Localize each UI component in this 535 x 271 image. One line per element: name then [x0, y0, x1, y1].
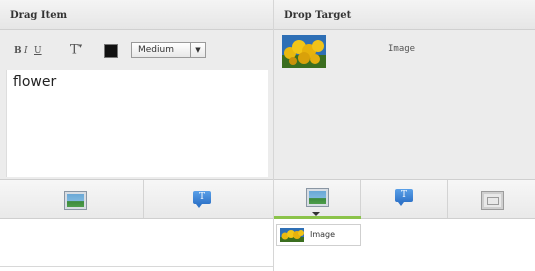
divider: [0, 266, 273, 267]
drag-item-title: Drag Item: [10, 10, 68, 21]
chevron-down-icon[interactable]: ▼: [190, 43, 205, 57]
drop-target-header: Drop Target: [274, 0, 535, 30]
font-size-label: T: [70, 42, 79, 58]
font-size-caret: ▾: [78, 42, 83, 50]
underline-button[interactable]: U: [34, 46, 42, 56]
text-icon: T: [193, 191, 211, 208]
formatting-toolbar: B I U T▾ Medium ▼: [0, 30, 273, 70]
drop-target-title: Drop Target: [284, 10, 352, 21]
image-icon: [65, 192, 86, 209]
bold-button[interactable]: B: [14, 46, 22, 56]
image-icon: [307, 189, 328, 206]
editor-content: flower: [13, 74, 57, 90]
drag-image-type-button[interactable]: [0, 180, 144, 218]
preview-label: Image: [388, 44, 416, 54]
image-placeholder-icon: [482, 192, 503, 209]
drag-item-header: Drag Item: [0, 0, 273, 30]
flower-thumbnail: [282, 35, 326, 68]
caret-down-icon: [312, 212, 320, 216]
size-select-value: Medium: [138, 45, 174, 55]
text-icon: T: [395, 189, 413, 206]
drag-item-type-bar: T: [0, 179, 273, 219]
active-indicator: [274, 216, 361, 219]
app-root: Drag Item Drop Target B I U T▾ Medium ▼ …: [0, 0, 535, 271]
list-item[interactable]: Image: [276, 224, 361, 246]
font-size-button[interactable]: T▾: [70, 42, 82, 57]
flower-thumbnail-small: [280, 228, 304, 242]
drag-text-type-button[interactable]: T: [144, 180, 273, 218]
text-editor[interactable]: flower: [6, 70, 268, 177]
drop-text-type-button[interactable]: T: [361, 180, 448, 218]
size-select[interactable]: Medium ▼: [131, 42, 206, 58]
list-item-label: Image: [310, 230, 336, 239]
drop-target-preview[interactable]: Image: [274, 30, 535, 179]
text-color-swatch[interactable]: [104, 44, 118, 58]
drop-placeholder-type-button[interactable]: [448, 180, 535, 218]
italic-button[interactable]: I: [24, 46, 28, 56]
